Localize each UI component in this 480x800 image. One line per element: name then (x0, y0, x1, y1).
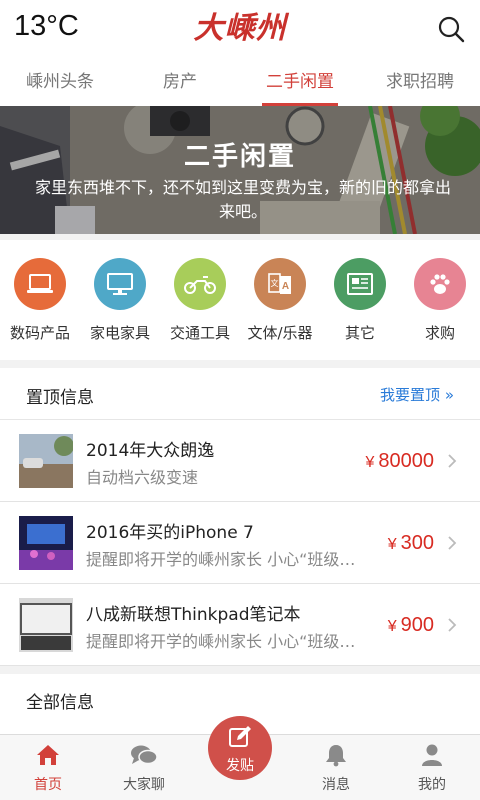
category-digital[interactable]: 数码产品 (0, 240, 80, 360)
chevron-right-icon (448, 618, 457, 632)
post-button[interactable]: 发贴 (208, 716, 272, 780)
category-label: 其它 (344, 324, 375, 342)
item-subtitle: 自动档六级变速 (86, 468, 199, 487)
chevron-right-icon (448, 536, 457, 550)
motorcycle-icon (174, 258, 226, 310)
nav-label: 消息 (322, 777, 350, 793)
nav-label: 首页 (34, 777, 62, 793)
category-grid: 数码产品 家电家具 交通工具 A 文 文体/乐器 其它 求购 (0, 240, 480, 360)
category-label: 家电家具 (89, 324, 150, 342)
category-wanted[interactable]: 求购 (400, 240, 480, 360)
category-label: 文体/乐器 (247, 324, 313, 342)
item-thumbnail (19, 516, 73, 570)
edit-icon (229, 726, 251, 747)
item-subtitle: 提醒即将开学的嵊州家长 小心“班级群”诈骗 (86, 632, 366, 651)
search-icon (438, 16, 465, 43)
translate-book-icon: A 文 (254, 258, 306, 310)
category-label: 数码产品 (9, 324, 70, 342)
pinned-section-header: 置顶信息 我要置顶 » (0, 368, 480, 420)
nav-label: 我的 (418, 777, 446, 793)
monitor-icon (94, 258, 146, 310)
price-value: 80000 (378, 450, 434, 472)
price-value: 900 (400, 614, 434, 636)
currency-symbol: ¥ (365, 454, 375, 471)
category-label: 交通工具 (169, 324, 230, 342)
currency-symbol: ¥ (387, 618, 397, 635)
item-thumbnail (19, 598, 73, 652)
user-icon (422, 744, 442, 766)
laptop-icon (14, 258, 66, 310)
bell-icon (326, 745, 346, 767)
pinned-list: 2014年大众朗逸 自动档六级变速 ¥80000 2016年买的iPhone 7… (0, 420, 480, 666)
tab-headlines[interactable]: 嵊州头条 (0, 58, 120, 106)
paw-icon (414, 258, 466, 310)
category-label: 求购 (424, 324, 455, 342)
banner-description: 家里东西堆不下，还不如到这里变费为宝，新的旧的都拿出来吧。 (34, 178, 451, 221)
top-bar: 13°C 大嵊州 (0, 0, 480, 58)
weather-temperature[interactable]: 13°C (14, 10, 79, 43)
item-title: 八成新联想Thinkpad笔记本 (86, 605, 301, 625)
post-label: 发贴 (226, 758, 254, 774)
list-item[interactable]: 2016年买的iPhone 7 提醒即将开学的嵊州家长 小心“班级群”诈骗 ¥3… (0, 502, 480, 584)
currency-symbol: ¥ (387, 536, 397, 553)
tab-real-estate[interactable]: 房产 (120, 58, 240, 106)
chat-bubbles-icon (131, 745, 158, 765)
list-item[interactable]: 八成新联想Thinkpad笔记本 提醒即将开学的嵊州家长 小心“班级群”诈骗 ¥… (0, 584, 480, 666)
category-sports-music[interactable]: A 文 文体/乐器 (240, 240, 320, 360)
svg-text:A: A (282, 281, 289, 292)
item-title: 2016年买的iPhone 7 (86, 523, 254, 543)
item-title: 2014年大众朗逸 (86, 441, 215, 461)
nav-me[interactable]: 我的 (384, 735, 480, 800)
item-price: ¥80000 (365, 450, 434, 473)
banner: 二手闲置 家里东西堆不下，还不如到这里变费为宝，新的旧的都拿出来吧。 (0, 106, 480, 234)
search-button[interactable] (436, 14, 468, 46)
newspaper-icon (334, 258, 386, 310)
item-price: ¥900 (388, 614, 434, 637)
item-thumbnail (19, 434, 73, 488)
price-value: 300 (400, 532, 434, 554)
chevron-right-icon (448, 454, 457, 468)
section-title: 全部信息 (26, 693, 94, 713)
item-subtitle: 提醒即将开学的嵊州家长 小心“班级群”诈骗 (86, 550, 366, 569)
category-others[interactable]: 其它 (320, 240, 400, 360)
nav-messages[interactable]: 消息 (288, 735, 384, 800)
nav-home[interactable]: 首页 (0, 735, 96, 800)
tab-jobs[interactable]: 求职招聘 (360, 58, 480, 106)
list-item[interactable]: 2014年大众朗逸 自动档六级变速 ¥80000 (0, 420, 480, 502)
item-price: ¥300 (388, 532, 434, 555)
home-icon (37, 745, 59, 765)
category-appliances[interactable]: 家电家具 (80, 240, 160, 360)
section-title: 置顶信息 (26, 388, 94, 408)
pin-my-post-link[interactable]: 我要置顶 » (380, 384, 454, 405)
nav-chat[interactable]: 大家聊 (96, 735, 192, 800)
app-logo: 大嵊州 (193, 11, 287, 46)
category-tabs: 嵊州头条 房产 二手闲置 求职招聘 (0, 58, 480, 106)
category-vehicles[interactable]: 交通工具 (160, 240, 240, 360)
banner-title: 二手闲置 (183, 142, 296, 172)
tab-second-hand[interactable]: 二手闲置 (240, 58, 360, 106)
nav-label: 大家聊 (123, 777, 165, 793)
svg-text:文: 文 (271, 278, 279, 288)
